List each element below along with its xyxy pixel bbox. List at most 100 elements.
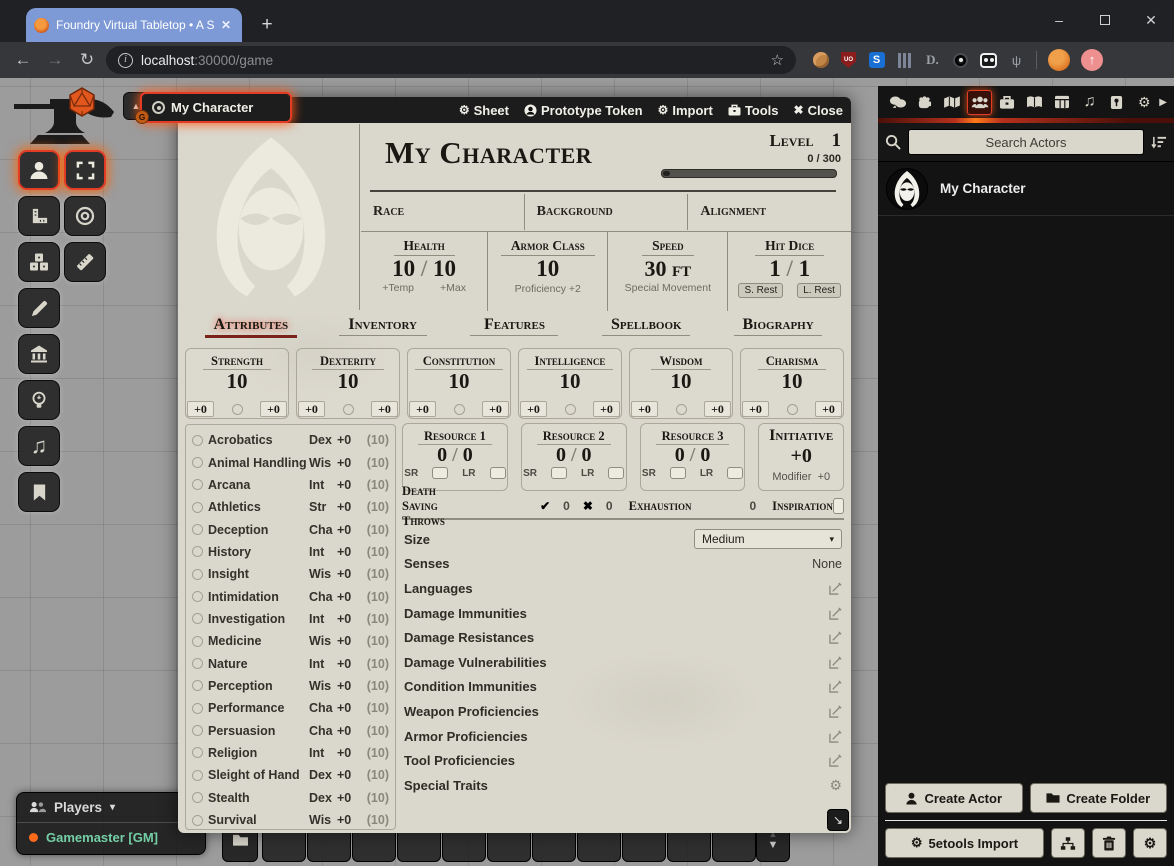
edit-icon[interactable] (829, 754, 842, 767)
speed-box[interactable]: Speed 30 ft Special Movement (607, 232, 727, 311)
target-tool-button[interactable] (64, 196, 106, 236)
skill-row[interactable]: IntimidationCha+0(10) (192, 585, 389, 607)
edit-icon[interactable] (829, 730, 842, 743)
maximize-icon[interactable] (1082, 0, 1128, 42)
ability-mod[interactable]: +0 (409, 401, 436, 417)
proficiency-radio[interactable] (192, 569, 203, 580)
ability-value[interactable]: 10 (630, 370, 732, 392)
short-rest-checkbox[interactable] (670, 467, 686, 479)
skill-row[interactable]: InsightWis+0(10) (192, 563, 389, 585)
drawing-controls-button[interactable] (18, 288, 60, 328)
skill-name[interactable]: Investigation (208, 612, 309, 626)
highlighted-window-title[interactable]: My Character (140, 92, 292, 123)
close-button[interactable]: ✖Close (794, 103, 843, 118)
tile-controls-button[interactable] (18, 242, 60, 282)
tab-items[interactable] (995, 90, 1020, 115)
lighting-controls-button[interactable] (18, 380, 60, 420)
proficiency-radio[interactable] (192, 792, 203, 803)
tab-chat[interactable] (885, 90, 910, 115)
ability-save[interactable]: +0 (704, 401, 731, 417)
proficiency-radio[interactable] (192, 546, 203, 557)
skill-name[interactable]: Persuasion (208, 724, 309, 738)
ability-save[interactable]: +0 (371, 401, 398, 417)
tab-biography[interactable]: Biography (712, 316, 844, 343)
death-success-count[interactable]: 0 (563, 499, 570, 513)
skill-row[interactable]: PerformanceCha+0(10) (192, 697, 389, 719)
ability-value[interactable]: 10 (186, 370, 288, 392)
proficiency-radio[interactable] (192, 680, 203, 691)
skill-name[interactable]: Sleight of Hand (208, 768, 309, 782)
save-proficiency-circle[interactable] (454, 404, 465, 415)
page-down-icon[interactable]: ▼ (768, 839, 779, 851)
skill-name[interactable]: Acrobatics (208, 433, 309, 447)
close-window-icon[interactable]: ✕ (1128, 0, 1174, 42)
skill-row[interactable]: StealthDex+0(10) (192, 787, 389, 809)
tab-attributes[interactable]: Attributes (185, 316, 317, 343)
ruler-tool-button[interactable] (64, 242, 106, 282)
save-proficiency-circle[interactable] (787, 404, 798, 415)
bookmark-star-icon[interactable]: ☆ (771, 51, 784, 69)
prototype-token-button[interactable]: Prototype Token (524, 103, 643, 118)
skill-row[interactable]: InvestigationInt+0(10) (192, 608, 389, 630)
skill-name[interactable]: Animal Handling (208, 456, 309, 470)
long-rest-checkbox[interactable] (608, 467, 624, 479)
initiative-value[interactable]: +0 (759, 445, 843, 468)
armor-class-box[interactable]: Armor Class 10 Proficiency +2 (487, 232, 607, 311)
skill-name[interactable]: Religion (208, 746, 309, 760)
proficiency-radio[interactable] (192, 524, 203, 535)
forward-icon[interactable]: → (42, 50, 68, 70)
speed-value[interactable]: 30 ft (608, 256, 727, 281)
skill-row[interactable]: Sleight of HandDex+0(10) (192, 764, 389, 786)
skill-row[interactable]: ReligionInt+0(10) (192, 742, 389, 764)
ability-charisma[interactable]: Charisma10+0+0 (740, 348, 844, 419)
ability-value[interactable]: 10 (519, 370, 621, 392)
hit-dice-box[interactable]: Hit Dice 1 / 1 S. Rest L. Rest (727, 232, 851, 311)
ability-save[interactable]: +0 (593, 401, 620, 417)
skill-row[interactable]: PerceptionWis+0(10) (192, 675, 389, 697)
resource-1-box[interactable]: Resource 1 0 / 0 SRLR (402, 423, 508, 491)
ability-save[interactable]: +0 (815, 401, 842, 417)
select-tool-button[interactable] (64, 150, 106, 190)
resource-2-box[interactable]: Resource 2 0 / 0 SRLR (521, 423, 627, 491)
skill-row[interactable]: AthleticsStr+0(10) (192, 496, 389, 518)
minimize-icon[interactable]: – (1036, 0, 1082, 42)
size-select[interactable]: Medium▾ (694, 529, 842, 549)
ability-mod[interactable]: +0 (742, 401, 769, 417)
reload-icon[interactable]: ↻ (74, 50, 100, 70)
upload-icon[interactable]: ↑ (1081, 49, 1103, 71)
ability-mod[interactable]: +0 (631, 401, 658, 417)
edit-icon[interactable] (829, 582, 842, 595)
tab-compendium[interactable] (1104, 90, 1129, 115)
new-tab-button[interactable]: + (254, 12, 280, 38)
skill-row[interactable]: ArcanaInt+0(10) (192, 474, 389, 496)
ability-dexterity[interactable]: Dexterity10+0+0 (296, 348, 400, 419)
save-proficiency-circle[interactable] (232, 404, 243, 415)
profile-avatar[interactable] (1048, 49, 1070, 71)
delete-button[interactable] (1092, 828, 1126, 858)
proficiency-radio[interactable] (192, 435, 203, 446)
background-field[interactable]: Background (524, 194, 688, 230)
skill-name[interactable]: History (208, 545, 309, 559)
skill-row[interactable]: PersuasionCha+0(10) (192, 719, 389, 741)
skill-name[interactable]: Medicine (208, 634, 309, 648)
proficiency-radio[interactable] (192, 658, 203, 669)
skill-row[interactable]: Animal HandlingWis+0(10) (192, 451, 389, 473)
proficiency-radio[interactable] (192, 613, 203, 624)
save-proficiency-circle[interactable] (565, 404, 576, 415)
url-bar[interactable]: i localhost:30000/game ☆ (106, 46, 796, 74)
health-box[interactable]: Health 10 / 10 +Temp+Max (361, 232, 487, 311)
skill-name[interactable]: Stealth (208, 791, 309, 805)
edit-icon[interactable] (829, 680, 842, 693)
skill-row[interactable]: MedicineWis+0(10) (192, 630, 389, 652)
proficiency-radio[interactable] (192, 479, 203, 490)
initiative-box[interactable]: Initiative +0 Modifier +0 (758, 423, 844, 491)
skill-row[interactable]: NatureInt+0(10) (192, 652, 389, 674)
resource-3-box[interactable]: Resource 3 0 / 0 SRLR (640, 423, 746, 491)
level-value[interactable]: 1 (832, 130, 842, 152)
death-failure-count[interactable]: 0 (606, 499, 613, 513)
wall-controls-button[interactable] (18, 334, 60, 374)
tab-spellbook[interactable]: Spellbook (580, 316, 712, 343)
actor-entry[interactable]: My Character (878, 162, 1174, 216)
window-resize-handle[interactable]: ↘ (827, 809, 849, 831)
senses-value[interactable]: None (812, 557, 842, 571)
